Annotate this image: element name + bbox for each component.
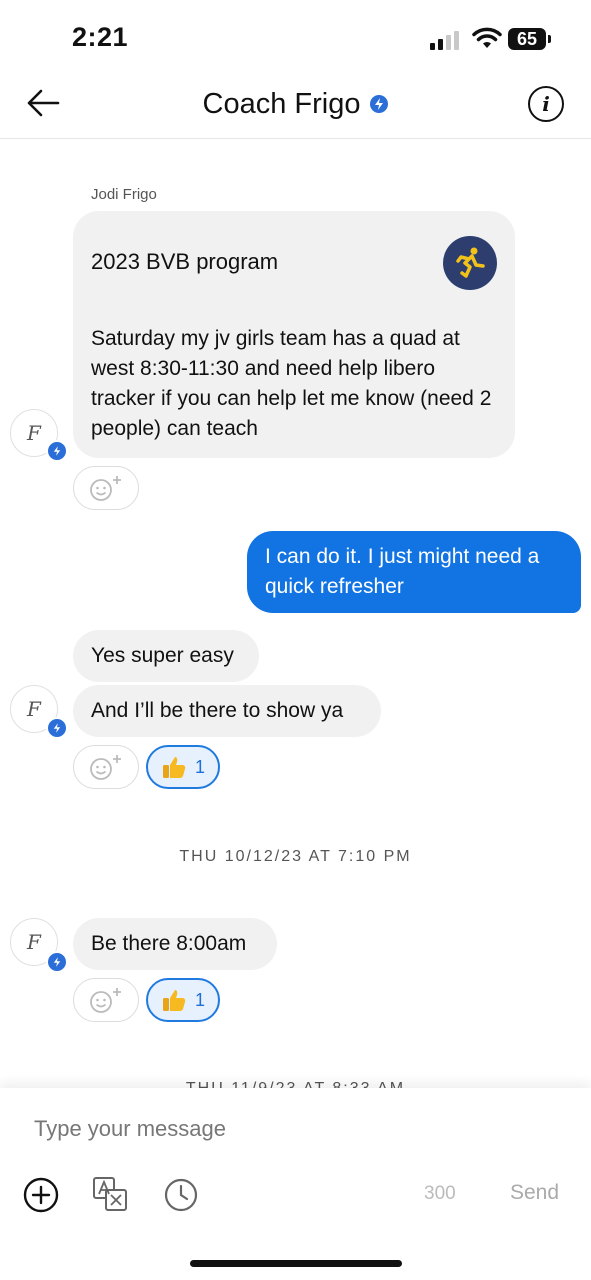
reaction-count: 1 [194,989,205,1010]
info-icon[interactable]: i [528,86,564,122]
send-button[interactable]: Send [510,1181,559,1205]
sender-name: Jodi Frigo [91,186,157,203]
avatar-badge-icon [46,951,68,973]
outgoing-message-text: I can do it. I just might need a quick r… [265,545,540,598]
schedule-button[interactable] [162,1176,200,1214]
add-emoji-icon [90,755,121,780]
add-reaction-button[interactable] [73,745,139,789]
thumbs-up-reaction[interactable]: 1 [146,745,220,789]
home-indicator [190,1260,402,1267]
running-person-icon [456,247,485,278]
clock-icon [164,1178,198,1212]
status-time: 2:21 [72,22,129,52]
thumbs-up-icon [162,990,186,1011]
cellular-signal-icon [430,31,459,50]
message-input[interactable] [32,1108,556,1150]
add-reaction-button[interactable] [73,466,139,510]
message-bubble[interactable]: Yes super easy [73,630,259,682]
character-count: 300 [424,1183,456,1204]
translate-button[interactable] [92,1176,130,1214]
avatar-badge-icon [46,717,68,739]
program-message-bubble[interactable]: 2023 BVB program Saturday my jv girls te… [73,211,515,458]
battery-indicator: 65 [508,28,546,50]
outgoing-message-bubble[interactable]: I can do it. I just might need a quick r… [247,531,581,613]
header-divider [0,138,591,139]
message-text: And I’ll be there to show ya [91,699,344,722]
thumbs-up-reaction[interactable]: 1 [146,978,220,1022]
add-reaction-button[interactable] [73,978,139,1022]
reaction-count: 1 [194,756,205,777]
battery-nub [548,35,551,43]
program-body: Saturday my jv girls team has a quad at … [91,327,492,440]
avatar-badge-icon [46,440,68,462]
message-bubble[interactable]: And I’ll be there to show ya [73,685,381,737]
translate-icon [93,1177,127,1211]
plus-circle-icon [23,1177,59,1213]
add-attachment-button[interactable] [22,1176,60,1214]
add-emoji-icon [90,988,121,1013]
program-title: 2023 BVB program [91,249,279,274]
conversation-header: Coach Frigo [0,84,591,124]
page-title: Coach Frigo [202,87,361,120]
verified-bolt-icon [370,95,389,113]
program-logo [443,236,497,290]
wifi-icon [472,27,502,48]
message-bubble[interactable]: Be there 8:00am [73,918,277,970]
thumbs-up-icon [162,757,186,778]
message-text: Be there 8:00am [91,932,247,955]
message-text: Yes super easy [91,644,234,667]
date-separator: THU 10/12/23 AT 7:10 PM [179,848,412,865]
add-emoji-icon [90,476,121,501]
